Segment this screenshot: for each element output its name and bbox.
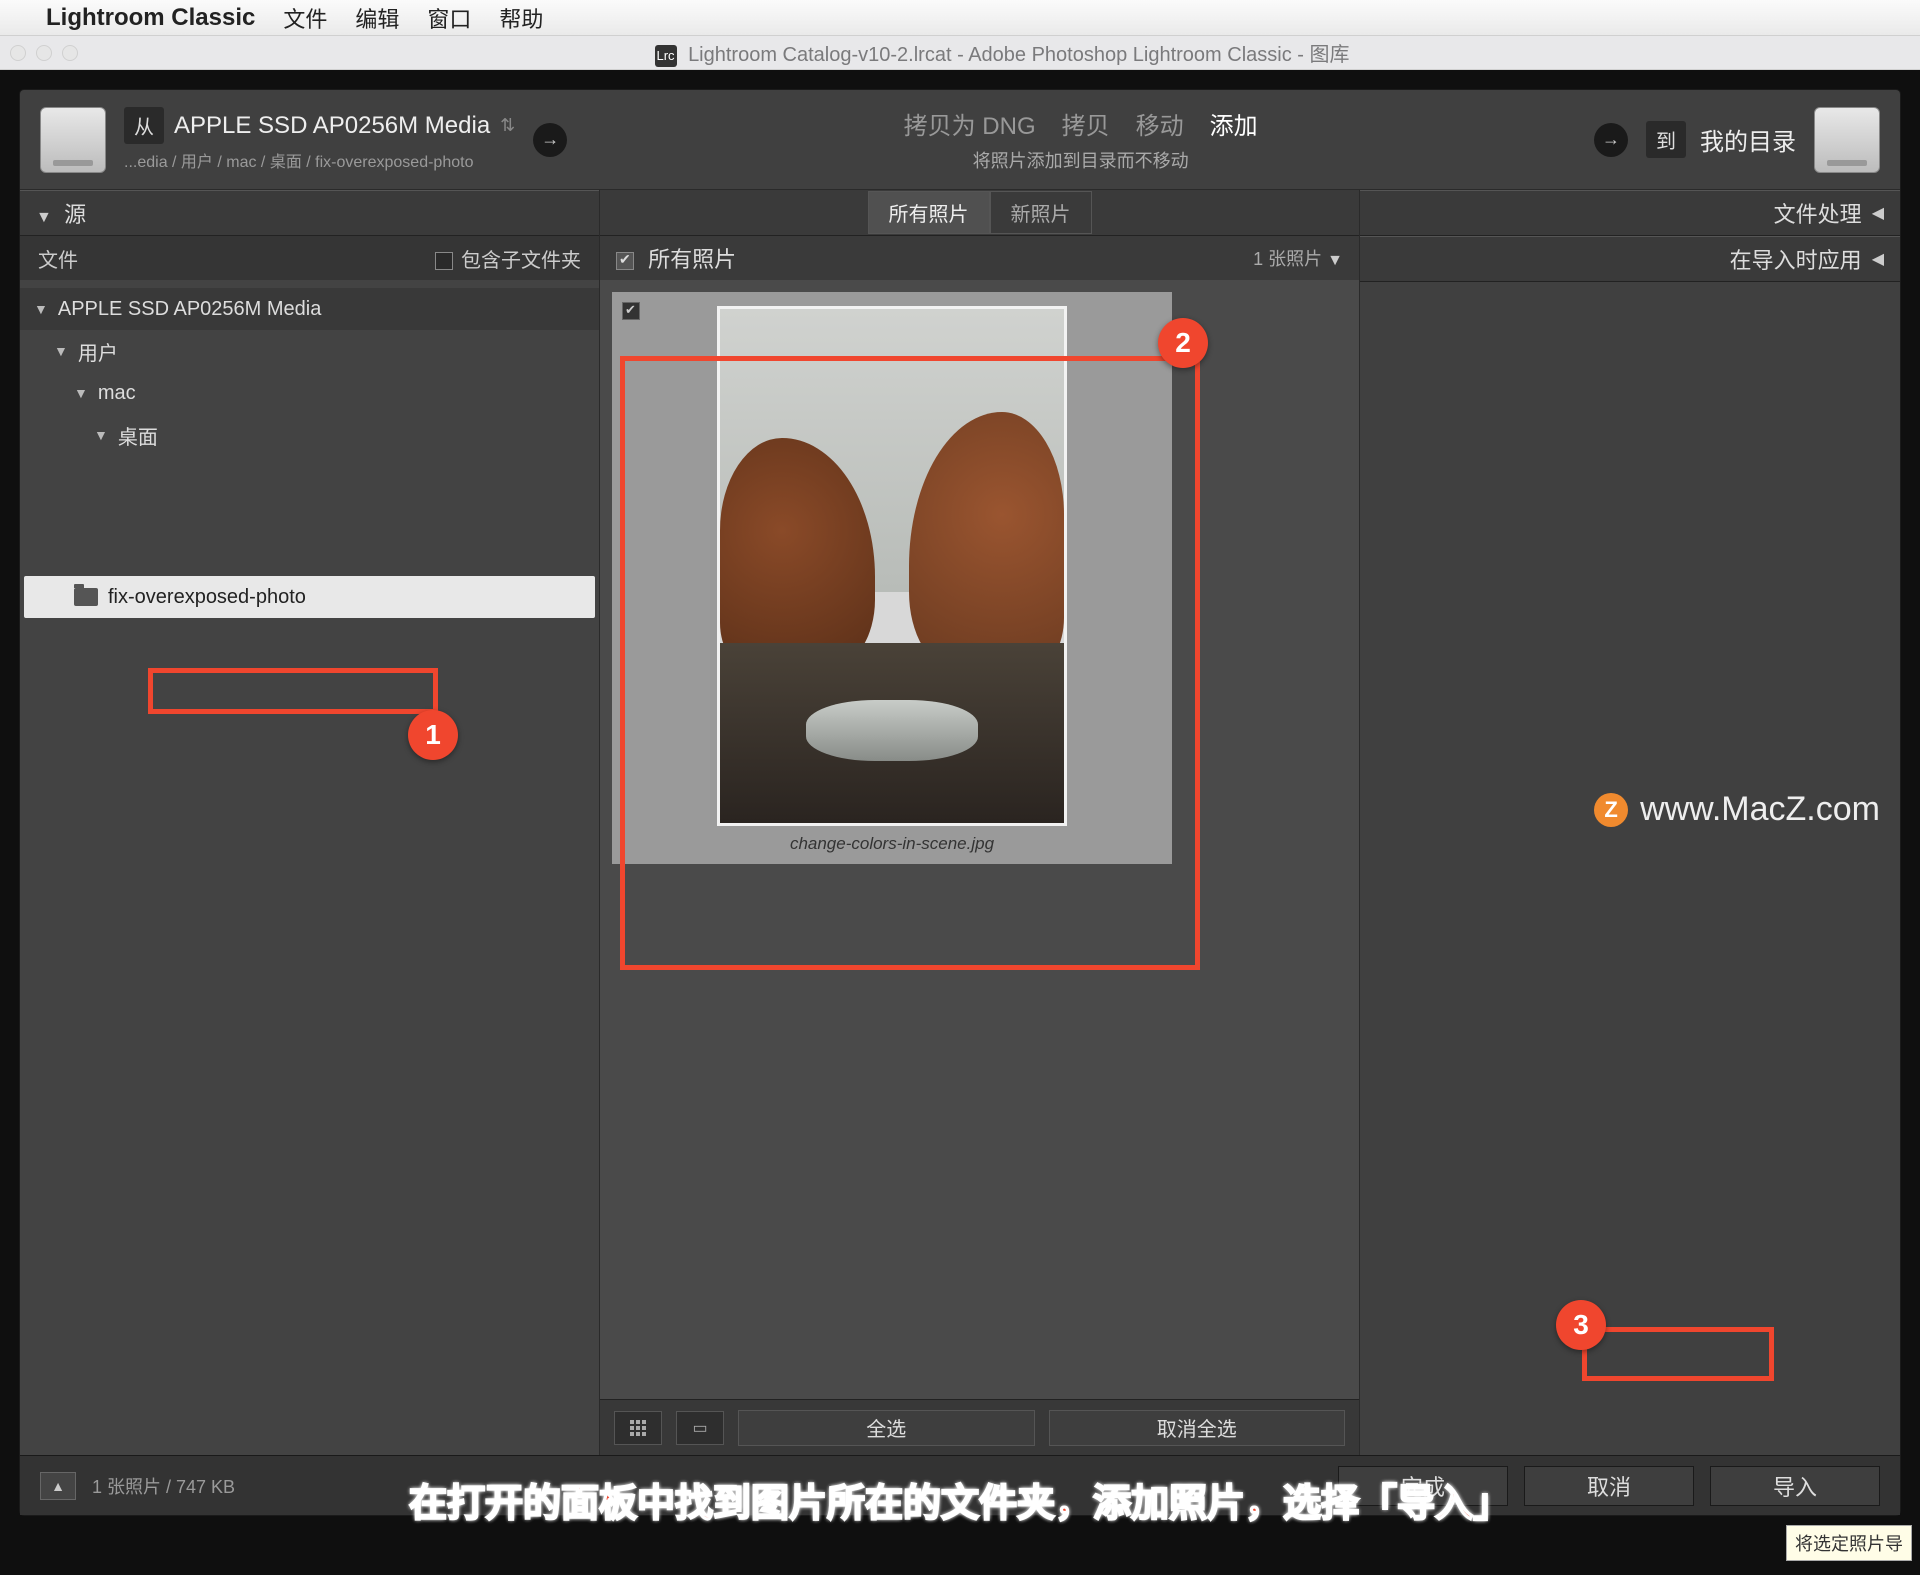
- include-subfolders-checkbox[interactable]: 包含子文件夹: [435, 244, 581, 273]
- to-label: 到: [1646, 121, 1686, 158]
- tree-folder-users[interactable]: ▼用户: [20, 330, 599, 372]
- thumbnail-checkbox[interactable]: [622, 302, 640, 320]
- from-label: 从: [124, 107, 164, 144]
- arrow-right-icon[interactable]: →: [533, 123, 567, 157]
- deselect-all-button[interactable]: 取消全选: [1049, 1410, 1346, 1446]
- traffic-lights[interactable]: [10, 45, 78, 61]
- folder-tree: ▼APPLE SSD AP0256M Media ▼用户 ▼mac ▼桌面 fi…: [20, 280, 599, 1455]
- tab-all-photos[interactable]: 所有照片: [868, 191, 990, 234]
- annotation-badge-2: 2: [1158, 318, 1208, 368]
- source-drive-icon: [40, 107, 106, 173]
- mode-copy[interactable]: 拷贝: [1062, 106, 1110, 141]
- mac-menubar: Lightroom Classic 文件 编辑 窗口 帮助: [0, 0, 1920, 36]
- mode-subtitle: 将照片添加到目录而不移动: [973, 147, 1189, 173]
- select-all-button[interactable]: 全选: [738, 1410, 1035, 1446]
- arrow-right-icon[interactable]: →: [1594, 123, 1628, 157]
- window-title: Lightroom Catalog-v10-2.lrcat - Adobe Ph…: [688, 44, 1349, 66]
- destination-label[interactable]: 我的目录: [1700, 122, 1796, 157]
- tree-folder-desktop[interactable]: ▼桌面: [20, 414, 599, 456]
- apply-on-import-panel-header[interactable]: 在导入时应用◀: [1360, 236, 1900, 282]
- mode-move[interactable]: 移动: [1136, 106, 1184, 141]
- tree-folder-mac[interactable]: ▼mac: [20, 372, 599, 414]
- annotation-badge-3: 3: [1556, 1300, 1606, 1350]
- thumbnail-filename: change-colors-in-scene.jpg: [626, 834, 1158, 854]
- folder-icon: [74, 588, 98, 606]
- menu-edit[interactable]: 编辑: [355, 2, 399, 34]
- watermark-badge-icon: Z: [1594, 793, 1628, 827]
- thumbnail-image[interactable]: [717, 306, 1067, 826]
- tree-folder-selected[interactable]: fix-overexposed-photo: [24, 576, 595, 618]
- source-panel-header[interactable]: ▼ 源: [20, 190, 599, 236]
- chevron-updown-icon[interactable]: ⇅: [500, 115, 515, 136]
- app-menu[interactable]: Lightroom Classic: [46, 4, 255, 32]
- watermark: Z www.MacZ.com: [1594, 790, 1880, 829]
- tree-volume[interactable]: ▼APPLE SSD AP0256M Media: [20, 288, 599, 330]
- sort-menu-icon[interactable]: ▼: [1327, 252, 1343, 269]
- annotation-badge-1: 1: [408, 710, 458, 760]
- grid-view-button[interactable]: [614, 1411, 662, 1445]
- file-handling-panel-header[interactable]: 文件处理◀: [1360, 190, 1900, 236]
- source-path: ...edia / 用户 / mac / 桌面 / fix-overexpose…: [124, 148, 515, 172]
- loupe-view-button[interactable]: ▭: [676, 1411, 724, 1445]
- app-icon: Lrc: [655, 45, 677, 67]
- thumbnail-cell[interactable]: change-colors-in-scene.jpg: [612, 292, 1172, 864]
- source-drive-name[interactable]: APPLE SSD AP0256M Media: [174, 112, 490, 140]
- mode-copy-dng[interactable]: 拷贝为 DNG: [904, 106, 1036, 141]
- grid-select-all-checkbox[interactable]: ✔ 所有照片: [616, 242, 736, 274]
- tab-new-photos[interactable]: 新照片: [990, 191, 1092, 234]
- photo-count: 1 张照片: [1253, 249, 1322, 269]
- files-label: 文件: [38, 244, 78, 273]
- destination-drive-icon: [1814, 107, 1880, 173]
- annotation-caption: 在打开的面板中找到图片所在的文件夹，添加照片，选择「导入」: [0, 1472, 1920, 1527]
- menu-help[interactable]: 帮助: [499, 2, 543, 34]
- menu-file[interactable]: 文件: [283, 2, 327, 34]
- tooltip: 将选定照片导: [1786, 1525, 1912, 1561]
- window-titlebar: Lrc Lightroom Catalog-v10-2.lrcat - Adob…: [0, 36, 1920, 70]
- menu-window[interactable]: 窗口: [427, 2, 471, 34]
- mode-add[interactable]: 添加: [1210, 106, 1258, 141]
